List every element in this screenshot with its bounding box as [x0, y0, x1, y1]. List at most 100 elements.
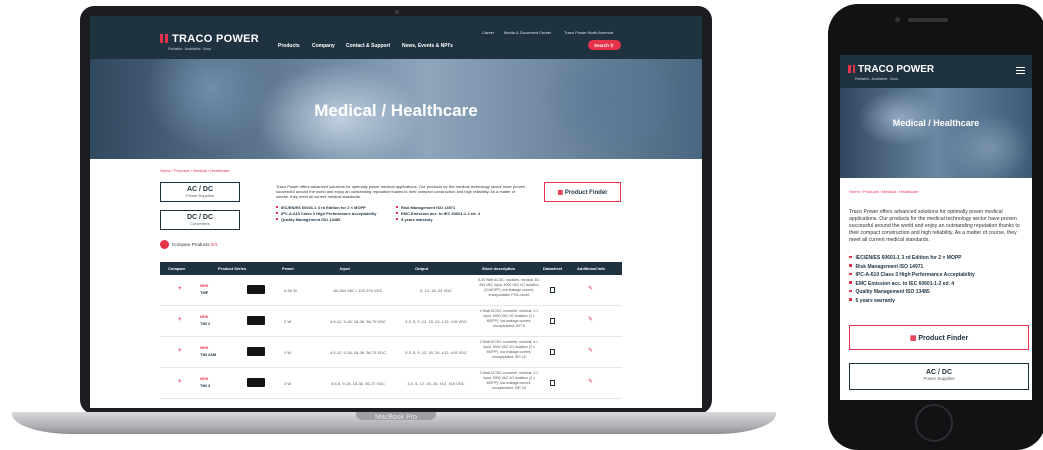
datasheet-icon[interactable] — [550, 287, 555, 293]
search-icon: ⚲ — [610, 43, 614, 48]
grid-icon: ▦ — [557, 190, 564, 196]
standard-item: 5 years warranty — [849, 298, 1029, 307]
product-finder-button[interactable]: ▦ Product Finder — [544, 182, 621, 202]
compare-add-icon[interactable]: + — [178, 317, 182, 323]
info-pencil-icon[interactable]: ✎ — [588, 285, 593, 292]
compare-count: 0/4 — [210, 242, 218, 247]
output-value: 5, 12, 15, 24 VDC — [420, 288, 452, 293]
series-name[interactable]: TMF — [200, 290, 208, 295]
description-text: 5-30 Watt AC/DC modules, medical, 80-264… — [478, 278, 540, 297]
standard-item: Risk Management ISO 14971 — [849, 264, 1029, 273]
breadcrumb[interactable]: Home / Products / Medical / Healthcare — [160, 168, 230, 173]
category-ac-dc[interactable]: AC / DC Power Supplies — [160, 182, 240, 202]
table-row: + NEW TIM 2SM 2 W 4.5-12, 9-18, 18-36, 36-75… — [160, 337, 622, 368]
laptop-screen: TRACO POWER Reliable. Available. Now. Pr… — [90, 16, 702, 408]
laptop-camera — [395, 10, 399, 14]
new-badge: NEW — [200, 315, 209, 319]
datasheet-icon[interactable] — [550, 380, 555, 386]
power-value: 2 W — [284, 319, 292, 324]
standard-item: IPC-A-610 Class 3 High Performance Accep… — [849, 272, 1029, 281]
table-header: Compare Product Series Power Input Outpu… — [160, 262, 622, 275]
category-title: DC / DC — [186, 214, 214, 221]
compare-add-icon[interactable]: + — [178, 379, 182, 385]
info-pencil-icon[interactable]: ✎ — [588, 378, 593, 385]
col-power: Power — [282, 266, 295, 271]
table-row: + NEW TIM 3 3 W 4.5-9, 9-18, 18-36, 36-72 VD… — [160, 368, 622, 399]
nav-products[interactable]: Products — [278, 43, 300, 49]
input-value: 80-264 VAC / 120-370 VDC — [333, 288, 383, 293]
power-value: 3 W — [284, 381, 292, 386]
product-image — [247, 285, 265, 294]
power-value: 5-30 W — [284, 288, 297, 293]
laptop-model-label: MacBook Pro — [374, 414, 418, 421]
search-button[interactable]: Search ⚲ — [588, 40, 621, 50]
phone-home-button[interactable] — [915, 404, 953, 442]
input-value: 4.5-12, 9-18, 18-36, 36-75 VDC — [329, 350, 387, 355]
info-pencil-icon[interactable]: ✎ — [588, 316, 593, 323]
hamburger-menu-icon[interactable] — [1016, 67, 1025, 74]
phone-speaker — [908, 18, 948, 22]
col-series: Product Series — [218, 266, 247, 271]
product-image — [247, 378, 265, 387]
power-value: 2 W — [284, 350, 292, 355]
category-subtitle: Power Supplies — [923, 376, 955, 381]
intro-text: Traco Power offers advanced solutions fo… — [276, 184, 526, 199]
compare-products[interactable]: Compare Products 0/4 — [160, 240, 217, 249]
standard-item: IEC/EN/ES 60601-1 3 rd Edition for 2 × M… — [276, 205, 366, 210]
mobile-brand-tagline: Reliable. Available. Now. — [855, 76, 899, 81]
category-title: AC / DC — [925, 369, 953, 376]
mobile-header: TRACO POWER Reliable. Available. Now. — [840, 55, 1032, 88]
mobile-category-ac-dc[interactable]: AC / DC Power Supplies — [849, 363, 1029, 390]
datasheet-icon[interactable] — [550, 349, 555, 355]
standard-item: Quality Management ISO 13485 — [849, 289, 1029, 298]
standard-item: IPC-A-610 Class 3 High Performance Accep… — [276, 211, 376, 216]
brand-tagline: Reliable. Available. Now. — [168, 46, 212, 51]
nav-contact-support[interactable]: Contact & Support — [346, 43, 390, 49]
standard-item: Quality Management ISO 13485 — [276, 217, 340, 222]
col-input: Input — [340, 266, 350, 271]
table-row: + NEW TMF 5-30 W 80-264 VAC / 120-370 VDC 5, … — [160, 275, 622, 306]
new-badge: NEW — [200, 284, 209, 288]
series-name[interactable]: TIM 3 — [200, 383, 210, 388]
table-row: + NEW TIM 2 2 W 4.5-12, 9-18, 18-36, 36-75 V… — [160, 306, 622, 337]
standard-item: EMC Emission acc. to IEC 60601-1-2 ed. 4 — [849, 281, 1029, 290]
nav-company[interactable]: Company — [312, 43, 335, 49]
standard-item: IEC/EN/ES 60601-1 3 rd Edition for 2 × M… — [849, 255, 1029, 264]
hero-banner: Medical / Healthcare — [90, 59, 702, 159]
series-name[interactable]: TIM 2SM — [200, 352, 216, 357]
brand-logo[interactable]: TRACO POWER — [160, 33, 259, 45]
category-title: AC / DC — [186, 186, 214, 193]
mobile-breadcrumb[interactable]: Home / Products / Medical / Healthcare — [849, 189, 919, 194]
mobile-hero-title: Medical / Healthcare — [892, 118, 980, 128]
category-subtitle: Converters — [190, 221, 210, 226]
col-compare: Compare — [168, 266, 186, 271]
info-pencil-icon[interactable]: ✎ — [588, 347, 593, 354]
util-north-america[interactable]: Traco Power North America — [564, 30, 613, 35]
category-dc-dc[interactable]: DC / DC Converters — [160, 210, 240, 230]
nav-news-events[interactable]: News, Events & NPI's — [402, 43, 453, 49]
mobile-brand-logo[interactable]: TRACO POWER — [848, 64, 934, 75]
site-header: TRACO POWER Reliable. Available. Now. Pr… — [90, 16, 702, 59]
util-media-center[interactable]: Media & Document Center — [504, 30, 551, 35]
col-datasheet: Datasheet — [543, 266, 563, 271]
input-value: 4.5-12, 9-18, 18-36, 36-75 VDC — [329, 319, 387, 324]
phone-screen: TRACO POWER Reliable. Available. Now. Me… — [840, 55, 1032, 400]
mobile-standards-list: IEC/EN/ES 60601-1 3 rd Edition for 2 × M… — [849, 255, 1029, 306]
input-value: 4.5-9, 9-18, 18-36, 36-72 VDC — [331, 381, 385, 386]
col-description: Short description — [482, 266, 516, 271]
description-text: 2 Watt DC/DC converter, medical, 4:1 inp… — [479, 340, 539, 359]
compare-add-icon[interactable]: + — [178, 286, 182, 292]
output-value: 3.3, 5, 9, 12, 15, 24, ±12, ±15 VDC — [405, 350, 467, 355]
util-career[interactable]: Career — [482, 30, 494, 35]
mobile-product-finder-button[interactable]: ▦ Product Finder — [849, 325, 1029, 350]
mobile-intro-text: Traco Power offers advanced solutions fo… — [849, 209, 1020, 243]
new-badge: NEW — [200, 377, 209, 381]
series-name[interactable]: TIM 2 — [200, 321, 210, 326]
description-text: 3 Watt DC/DC converter, medical, 2:1 inp… — [479, 371, 539, 390]
compare-add-icon[interactable]: + — [178, 348, 182, 354]
col-output: Output — [415, 266, 429, 271]
category-subtitle: Power Supplies — [186, 193, 214, 198]
datasheet-icon[interactable] — [550, 318, 555, 324]
mobile-hero-banner — [840, 88, 1032, 178]
col-additional-info: Additional Info — [577, 266, 605, 271]
